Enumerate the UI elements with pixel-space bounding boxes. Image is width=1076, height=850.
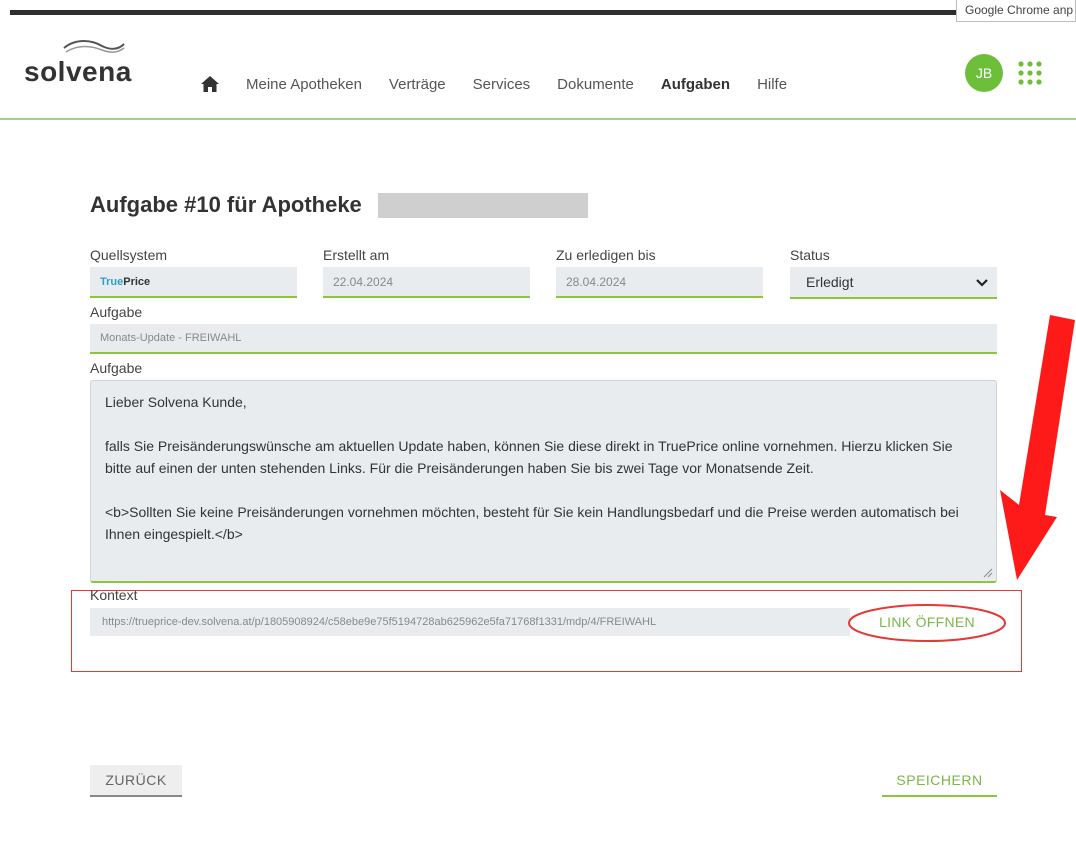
nav-item-vertraege[interactable]: Verträge (389, 76, 446, 93)
aufgabe-title-field: Monats-Update - FREIWAHL (90, 324, 997, 354)
label-kontext: Kontext (90, 587, 138, 603)
logo-swoosh-icon (63, 40, 125, 53)
main-nav: Meine Apotheken Verträge Services Dokume… (200, 72, 814, 96)
grid-apps-icon[interactable] (1016, 59, 1044, 87)
aufgabe-textarea[interactable]: Lieber Solvena Kunde, falls Sie Preisänd… (90, 380, 997, 583)
label-status: Status (790, 247, 830, 263)
label-quellsystem: Quellsystem (90, 247, 168, 263)
nav-item-hilfe[interactable]: Hilfe (757, 76, 787, 93)
zu-erledigen-bis-field: 28.04.2024 (556, 267, 763, 298)
resize-handle-icon[interactable] (983, 568, 993, 578)
solvena-logo[interactable]: solvena (24, 38, 164, 98)
logo-text: solvena (24, 56, 132, 87)
redacted-pharmacy-name (378, 193, 588, 218)
highlight-ellipse (848, 604, 1006, 642)
nav-item-dokumente[interactable]: Dokumente (557, 76, 634, 93)
nav-item-meine-apotheken[interactable]: Meine Apotheken (246, 76, 362, 93)
erstellt-am-field: 22.04.2024 (323, 267, 530, 298)
nav-item-services[interactable]: Services (473, 76, 531, 93)
status-value: Erledigt (806, 274, 854, 290)
quellsystem-field: TruePrice (90, 267, 297, 298)
nav-item-aufgaben[interactable]: Aufgaben (661, 76, 730, 93)
aufgabe-paragraph: falls Sie Preisänderungswünsche am aktue… (105, 438, 953, 476)
save-button[interactable]: SPEICHERN (882, 765, 997, 797)
red-arrow-annotation (1000, 315, 1075, 580)
label-zu-erledigen-bis: Zu erledigen bis (556, 247, 656, 263)
label-erstellt-am: Erstellt am (323, 247, 390, 263)
aufgabe-paragraph: Lieber Solvena Kunde, (105, 394, 247, 410)
aufgabe-paragraph: <b>Sollten Sie keine Preisänderungen vor… (105, 504, 959, 542)
header-divider (0, 118, 1076, 120)
label-aufgabe-text: Aufgabe (90, 360, 143, 376)
label-aufgabe-title: Aufgabe (90, 304, 143, 320)
chevron-down-icon (976, 279, 988, 287)
kontext-link-field: https://trueprice-dev.solvena.at/p/18059… (90, 608, 850, 636)
page-title: Aufgabe #10 für Apotheke (90, 192, 362, 217)
home-icon[interactable] (200, 75, 220, 93)
status-select[interactable]: Erledigt (790, 267, 997, 299)
user-avatar[interactable]: JB (965, 54, 1003, 92)
back-button[interactable]: ZURÜCK (90, 765, 182, 797)
trueprice-logo-text: TruePrice (100, 275, 151, 288)
